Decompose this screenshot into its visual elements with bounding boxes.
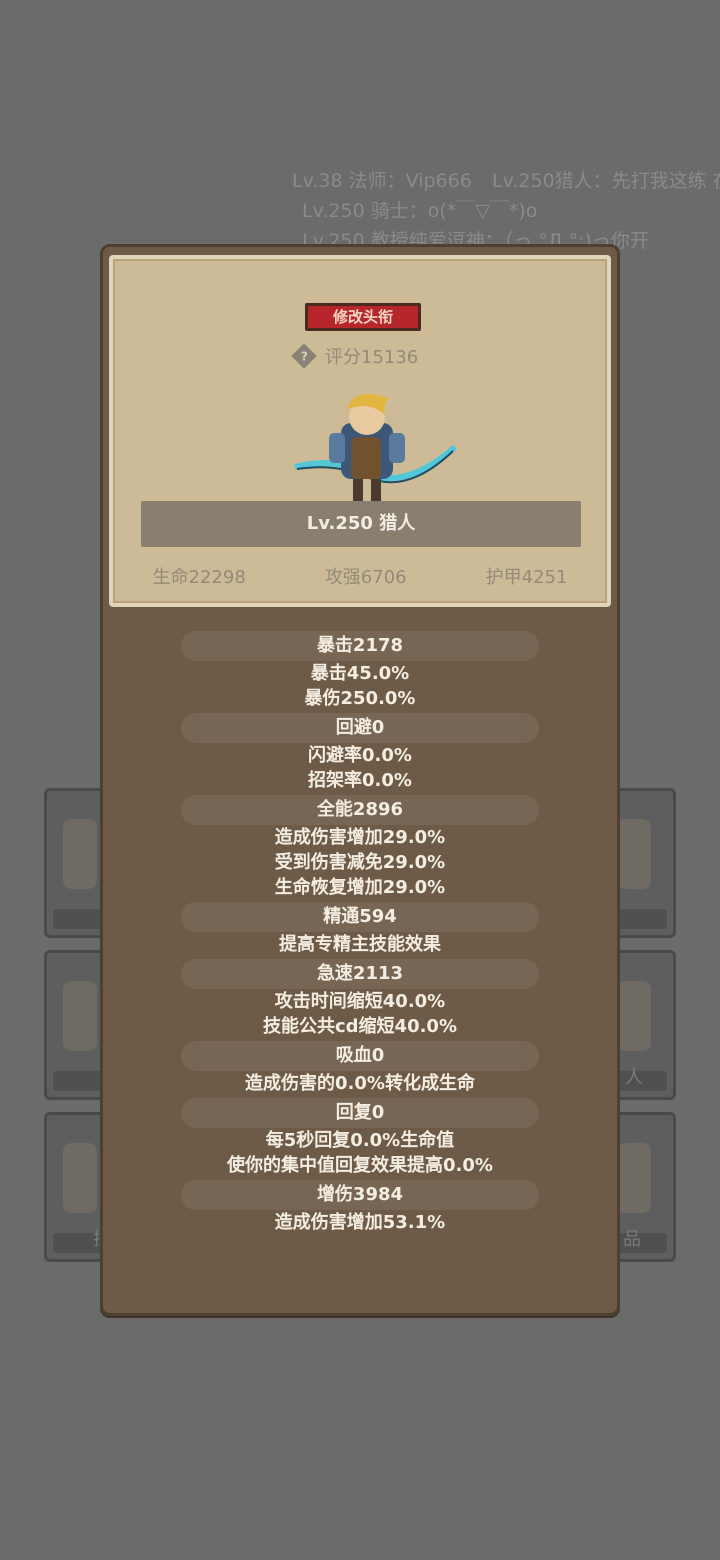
slot-label: 人 — [625, 1067, 643, 1088]
boots-icon — [63, 1143, 97, 1213]
attribute-line: 攻击时间缩短40.0% — [274, 991, 446, 1012]
attribute-title: 回复0 — [181, 1098, 539, 1128]
bag-icon — [617, 819, 651, 889]
attribute-line: 暴伤250.0% — [304, 688, 416, 709]
attribute-line: 使你的集中值回复效果提高0.0% — [227, 1155, 493, 1176]
score-row: ? 评分15136 — [291, 343, 419, 369]
attribute-title: 增伤3984 — [181, 1180, 539, 1210]
attribute-line: 生命恢复增加29.0% — [274, 877, 446, 898]
hp-stat: 生命22298 — [152, 567, 246, 588]
character-name-level: Lv.250 猎人 — [141, 501, 581, 547]
slot-label: 品 — [623, 1229, 641, 1250]
attack-stat: 攻强6706 — [324, 567, 407, 588]
attribute-line: 招架率0.0% — [308, 770, 412, 791]
attribute-line: 每5秒回复0.0%生命值 — [265, 1130, 455, 1151]
chat-line: Lv.38 法师：Vip666 — [292, 170, 472, 192]
base-stats: 生命22298 攻强6706 护甲4251 — [113, 563, 607, 589]
edit-title-button[interactable]: 修改头衔 — [305, 303, 421, 331]
attribute-title: 急速2113 — [181, 959, 539, 989]
attribute-line: 技能公共cd缩短40.0% — [262, 1016, 457, 1037]
armor-stat: 护甲4251 — [485, 567, 568, 588]
attribute-title: 吸血0 — [181, 1041, 539, 1071]
score-value: 评分15136 — [325, 347, 419, 368]
attribute-title: 全能2896 — [181, 795, 539, 825]
attribute-line: 造成伤害增加53.1% — [274, 1212, 446, 1233]
help-icon[interactable]: ? — [291, 343, 317, 369]
character-info-panel: 修改头衔 ? 评分15136 Lv.250 猎人 生命22298 攻强6706 … — [100, 244, 620, 1316]
attribute-line: 造成伤害的0.0%转化成生命 — [245, 1073, 475, 1094]
attribute-line: 暴击45.0% — [310, 663, 410, 684]
attribute-list: 暴击2178 暴击45.0% 暴伤250.0% 回避0 闪避率0.0% 招架率0… — [103, 631, 617, 1237]
item-icon — [617, 1143, 651, 1213]
figure-icon — [617, 981, 651, 1051]
armor-icon — [63, 819, 97, 889]
attribute-line: 提高专精主技能效果 — [279, 934, 441, 955]
attribute-line: 造成伤害增加29.0% — [274, 827, 446, 848]
attribute-line: 闪避率0.0% — [308, 745, 412, 766]
attribute-title: 暴击2178 — [181, 631, 539, 661]
attribute-line: 受到伤害减免29.0% — [274, 852, 446, 873]
hunter-character-icon — [294, 393, 457, 501]
attribute-title: 回避0 — [181, 713, 539, 743]
attribute-title: 精通594 — [181, 902, 539, 932]
chest-icon — [63, 981, 97, 1051]
character-card: 修改头衔 ? 评分15136 Lv.250 猎人 生命22298 攻强6706 … — [109, 255, 611, 607]
chat-line: Lv.250猎人：先打我这练 在本 谁放 — [492, 170, 720, 192]
chat-line: Lv.250 骑士：o(*￣▽￣*)o — [302, 200, 538, 222]
